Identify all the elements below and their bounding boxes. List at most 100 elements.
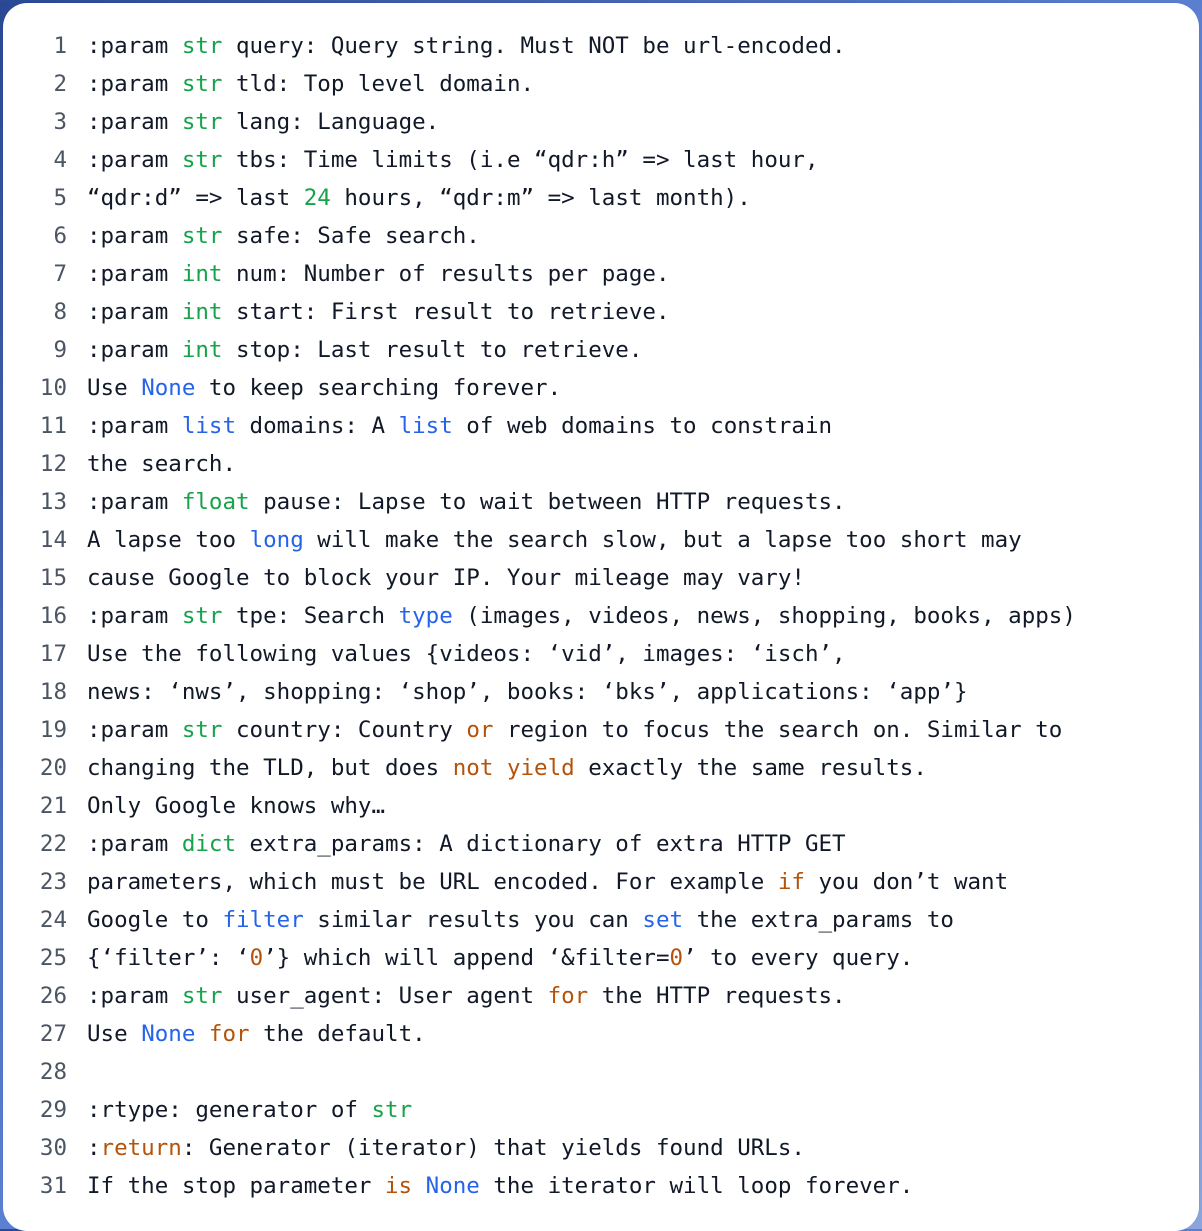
code-token: for	[548, 983, 589, 1009]
code-content: changing the TLD, but does not yield exa…	[87, 749, 1179, 787]
code-token: return	[101, 1135, 182, 1161]
code-line: 8:param int start: First result to retri…	[21, 293, 1179, 331]
code-line: 3:param str lang: Language.	[21, 103, 1179, 141]
line-number: 7	[21, 255, 87, 293]
code-line: 30:return: Generator (iterator) that yie…	[21, 1129, 1179, 1167]
line-number: 26	[21, 977, 87, 1015]
code-content: Google to filter similar results you can…	[87, 901, 1179, 939]
line-number: 13	[21, 483, 87, 521]
line-number: 16	[21, 597, 87, 635]
code-line: 27Use None for the default.	[21, 1015, 1179, 1053]
line-number: 10	[21, 369, 87, 407]
code-token: :param	[87, 261, 182, 287]
code-token: the extra_params to	[683, 907, 954, 933]
code-content: :param str safe: Safe search.	[87, 217, 1179, 255]
code-token: to keep searching forever.	[195, 375, 561, 401]
code-token: filter	[222, 907, 303, 933]
code-line: 7:param int num: Number of results per p…	[21, 255, 1179, 293]
line-number: 2	[21, 65, 87, 103]
code-token: int	[182, 337, 223, 363]
code-token: If the stop parameter	[87, 1173, 385, 1199]
code-block: 1 :param str query: Query string. Must NO…	[21, 27, 1179, 1205]
line-number: 24	[21, 901, 87, 939]
code-token: type	[399, 603, 453, 629]
code-token: None	[141, 1021, 195, 1047]
code-token: {‘filter’: ‘	[87, 945, 250, 971]
code-token: str	[182, 983, 223, 1009]
code-line: 10Use None to keep searching forever.	[21, 369, 1179, 407]
line-number: 1	[21, 27, 87, 65]
code-token: if	[778, 869, 805, 895]
code-token: 0	[670, 945, 684, 971]
code-token: :param	[87, 109, 182, 135]
code-content: :param str tbs: Time limits (i.e “qdr:h”…	[87, 141, 1179, 179]
code-line: 16:param str tpe: Search type (images, v…	[21, 597, 1179, 635]
code-token: tpe: Search	[222, 603, 398, 629]
code-token: hours, “qdr:m” => last month).	[331, 185, 751, 211]
code-content: :param int num: Number of results per pa…	[87, 255, 1179, 293]
code-token: ’ to every query.	[683, 945, 913, 971]
code-line: 11:param list domains: A list of web dom…	[21, 407, 1179, 445]
code-line: 22:param dict extra_params: A dictionary…	[21, 825, 1179, 863]
code-content: :param str user_agent: User agent for th…	[87, 977, 1179, 1015]
code-token: 0	[250, 945, 264, 971]
code-token: yield	[507, 755, 575, 781]
code-line: 5“qdr:d” => last 24 hours, “qdr:m” => la…	[21, 179, 1179, 217]
code-content: :return: Generator (iterator) that yield…	[87, 1129, 1179, 1167]
line-number: 14	[21, 521, 87, 559]
code-token: str	[182, 223, 223, 249]
code-token	[493, 755, 507, 781]
code-token: the HTTP requests.	[588, 983, 845, 1009]
code-token: str	[182, 109, 223, 135]
code-token: start: First result to retrieve.	[222, 299, 669, 325]
code-token: “qdr:d” => last	[87, 185, 304, 211]
line-number: 11	[21, 407, 87, 445]
code-token: stop: Last result to retrieve.	[222, 337, 642, 363]
code-token: pause: Lapse to wait between HTTP reques…	[250, 489, 846, 515]
code-token: 24	[304, 185, 331, 211]
code-token: will make the search slow, but a lapse t…	[304, 527, 1022, 553]
code-token: news: ‘nws’, shopping: ‘shop’, books: ‘b…	[87, 679, 968, 705]
line-number: 17	[21, 635, 87, 673]
line-number: 29	[21, 1091, 87, 1129]
code-token: similar results you can	[304, 907, 643, 933]
code-content: cause Google to block your IP. Your mile…	[87, 559, 1179, 597]
code-line: 18news: ‘nws’, shopping: ‘shop’, books: …	[21, 673, 1179, 711]
code-token: lang: Language.	[222, 109, 439, 135]
code-content: :param int start: First result to retrie…	[87, 293, 1179, 331]
code-token: you don’t want	[805, 869, 1008, 895]
code-line: 1:param str query: Query string. Must NO…	[21, 27, 1179, 65]
code-line: 19:param str country: Country or region …	[21, 711, 1179, 749]
code-token: :param	[87, 831, 182, 857]
code-line: 15cause Google to block your IP. Your mi…	[21, 559, 1179, 597]
code-token: str	[182, 717, 223, 743]
code-content: :param int stop: Last result to retrieve…	[87, 331, 1179, 369]
line-number: 31	[21, 1167, 87, 1205]
code-token: Google to	[87, 907, 222, 933]
code-token	[412, 1173, 426, 1199]
line-number: 23	[21, 863, 87, 901]
line-number: 3	[21, 103, 87, 141]
code-token: :param	[87, 337, 182, 363]
code-token: user_agent: User agent	[222, 983, 547, 1009]
code-content: :param str tld: Top level domain.	[87, 65, 1179, 103]
code-content: {‘filter’: ‘0’} which will append ‘&filt…	[87, 939, 1179, 977]
code-token: not	[453, 755, 494, 781]
code-token: (images, videos, news, shopping, books, …	[453, 603, 1076, 629]
code-line: 17Use the following values {videos: ‘vid…	[21, 635, 1179, 673]
code-line: 13:param float pause: Lapse to wait betw…	[21, 483, 1179, 521]
code-line: 24Google to filter similar results you c…	[21, 901, 1179, 939]
line-number: 21	[21, 787, 87, 825]
code-content: A lapse too long will make the search sl…	[87, 521, 1179, 559]
code-token: str	[182, 33, 223, 59]
code-token: query: Query string. Must NOT be url-enc…	[222, 33, 845, 59]
code-content: parameters, which must be URL encoded. F…	[87, 863, 1179, 901]
code-card: 1 :param str query: Query string. Must NO…	[3, 3, 1199, 1231]
line-number: 28	[21, 1053, 87, 1091]
code-content: Use the following values {videos: ‘vid’,…	[87, 635, 1179, 673]
code-token: for	[209, 1021, 250, 1047]
code-token: :param	[87, 299, 182, 325]
code-token: int	[182, 261, 223, 287]
line-number: 27	[21, 1015, 87, 1053]
code-token	[195, 1021, 209, 1047]
